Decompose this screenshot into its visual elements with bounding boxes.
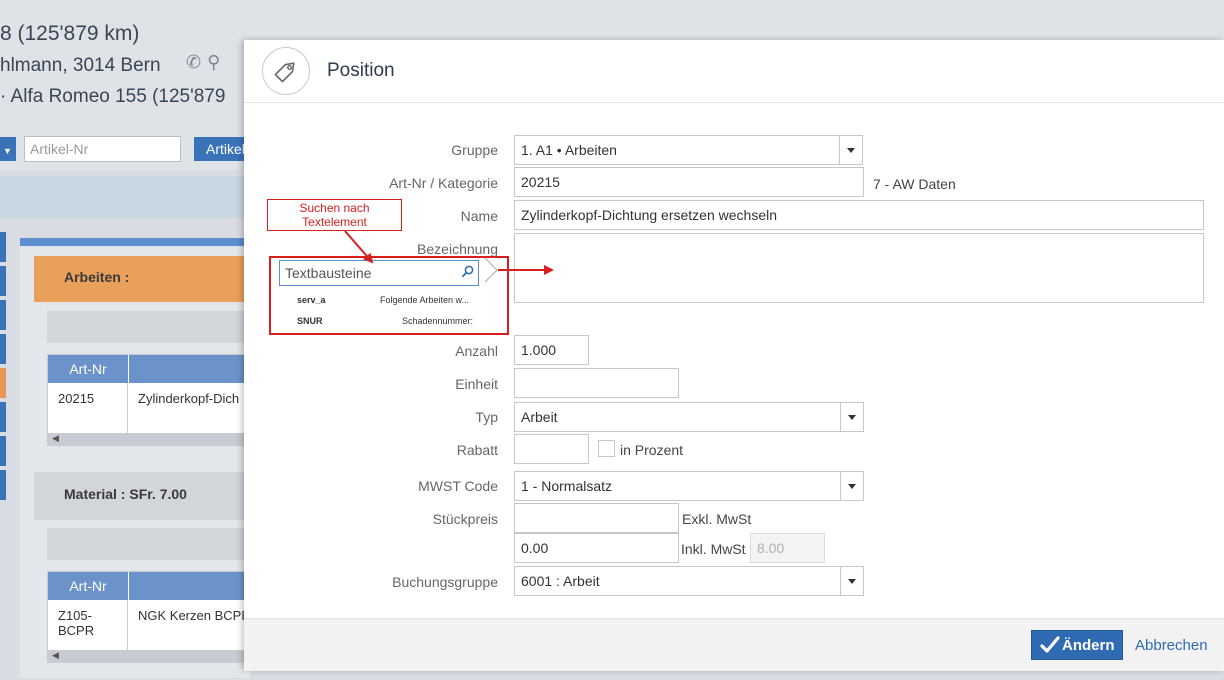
stueckpreis-label: Stückpreis — [432, 511, 498, 527]
chevron-down-icon[interactable] — [840, 472, 863, 500]
artnr-category: 7 - AW Daten — [873, 176, 956, 192]
rabatt-label: Rabatt — [456, 442, 498, 458]
bezeichnung-label: Bezeichnung — [417, 241, 498, 257]
table-row[interactable]: 20215 Zylinderkopf-Dich — [48, 383, 251, 433]
bg-work-table: Art-Nr 20215 Zylinderkopf-Dich ◀ — [47, 354, 252, 446]
bg-material-table: Art-Nr Z105-BCPR NGK Kerzen BCPR ◀ — [47, 571, 252, 663]
textbaustein-key[interactable]: serv_a — [297, 295, 326, 305]
dialog-header: Position — [244, 40, 1224, 103]
bg-left-tabs — [0, 232, 6, 512]
annotation-callout: Suchen nach Textelement — [267, 199, 402, 231]
bg-cell-artnr: 20215 — [48, 383, 128, 433]
bg-col-artnr[interactable]: Art-Nr — [48, 355, 129, 383]
phone-icon[interactable]: ✆ — [186, 52, 207, 72]
bg-subheader — [47, 311, 250, 343]
dialog-title: Position — [327, 60, 395, 81]
artnr-label: Art-Nr / Kategorie — [389, 175, 498, 191]
table-row[interactable]: Z105-BCPR NGK Kerzen BCPR — [48, 600, 251, 650]
checkmark-icon — [1040, 635, 1060, 659]
anzahl-label: Anzahl — [455, 343, 498, 359]
rabatt-input[interactable] — [514, 434, 589, 464]
textbaustein-text[interactable]: Schadennummer: — [402, 316, 473, 326]
bg-table-header: Art-Nr — [48, 355, 251, 383]
bg-info-band — [0, 176, 250, 218]
location-pin-icon[interactable]: ⚲ — [207, 52, 226, 72]
mwst-select[interactable]: 1 - Normalsatz — [514, 471, 864, 501]
mwst-label: MWST Code — [418, 478, 498, 494]
typ-label: Typ — [475, 409, 498, 425]
chevron-down-icon[interactable] — [840, 403, 863, 431]
chevron-down-icon: ▼ — [3, 146, 12, 156]
tag-icon — [262, 47, 310, 95]
textbaustein-key[interactable]: SNUR — [297, 316, 323, 326]
inkl-label: Inkl. MwSt — [681, 541, 746, 557]
bezeichnung-textarea[interactable] — [514, 233, 1204, 303]
einheit-label: Einheit — [455, 376, 498, 392]
einheit-input[interactable] — [514, 368, 679, 398]
cancel-button[interactable]: Abbrechen — [1135, 637, 1208, 654]
chevron-down-icon[interactable] — [839, 136, 862, 164]
textbaustein-text[interactable]: Folgende Arbeiten w... — [380, 295, 469, 305]
bg-left-tab[interactable] — [0, 300, 6, 330]
gruppe-label: Gruppe — [451, 142, 498, 158]
scroll-left-icon[interactable]: ◀ — [52, 433, 59, 444]
bg-section-work[interactable]: Arbeiten : — [34, 256, 250, 302]
anzahl-input[interactable] — [514, 335, 589, 365]
scroll-left-icon[interactable]: ◀ — [52, 650, 59, 661]
bg-cell-artnr: Z105-BCPR — [48, 600, 128, 650]
gruppe-select[interactable]: 1. A1 • Arbeiten — [514, 135, 863, 165]
bg-article-button[interactable]: Artikel — [194, 137, 250, 161]
bg-left-tab[interactable] — [0, 436, 6, 466]
bg-table-header: Art-Nr — [48, 572, 251, 600]
typ-select[interactable]: Arbeit — [514, 402, 864, 432]
bg-subheader — [47, 528, 250, 560]
bg-articlenr-input[interactable]: Artikel-Nr — [24, 136, 181, 162]
mwst-value: 1 - Normalsatz — [521, 478, 613, 494]
bg-customer-address: hlmann, 3014 Bern — [0, 55, 161, 76]
annotation-line2: Textelement — [302, 215, 367, 229]
price-inkl-input[interactable] — [514, 533, 679, 563]
bg-col-artnr[interactable]: Art-Nr — [48, 572, 129, 600]
artnr-input[interactable] — [514, 167, 864, 197]
bg-section-material[interactable]: Material : SFr. 7.00 — [34, 472, 250, 520]
textbausteine-placeholder: Textbausteine — [285, 265, 372, 281]
bg-vehicle-model: · Alfa Romeo 155 (125'879 — [0, 86, 226, 107]
typ-value: Arbeit — [521, 409, 558, 425]
chevron-down-icon[interactable] — [840, 567, 863, 595]
position-dialog: Position Gruppe 1. A1 • Arbeiten Art-Nr … — [244, 40, 1224, 671]
bg-panel-topbar — [20, 238, 250, 246]
price-exkl-input[interactable] — [514, 503, 679, 533]
exkl-label: Exkl. MwSt — [682, 511, 752, 527]
bg-dropdown-button[interactable]: ▼ — [0, 137, 16, 161]
save-button[interactable]: Ändern — [1031, 630, 1123, 660]
name-input[interactable] — [514, 200, 1204, 230]
bg-vehicle-km: 8 (125'879 km) — [0, 22, 140, 45]
bg-horizontal-scrollbar[interactable]: ◀ — [48, 433, 251, 445]
percent-label: in Prozent — [620, 442, 684, 458]
bg-cell-desc: NGK Kerzen BCPR — [138, 608, 251, 623]
buchungsgruppe-label: Buchungsgruppe — [392, 574, 498, 590]
name-label: Name — [460, 208, 498, 224]
save-button-label: Ändern — [1062, 637, 1115, 654]
buchungsgruppe-select[interactable]: 6001 : Arbeit — [514, 566, 864, 596]
textbausteine-search-input[interactable]: Textbausteine — [279, 260, 479, 286]
bg-left-tab[interactable] — [0, 334, 6, 364]
bg-left-tab[interactable] — [0, 470, 6, 500]
search-icon[interactable] — [461, 261, 474, 285]
annotation-line1: Suchen nach — [299, 201, 370, 215]
bg-left-tab[interactable] — [0, 402, 6, 432]
percent-checkbox[interactable] — [598, 440, 615, 457]
buchungsgruppe-value: 6001 : Arbeit — [521, 573, 600, 589]
bg-left-tab[interactable] — [0, 232, 6, 262]
price-inkl-readonly — [750, 533, 825, 563]
bg-contact-icons: ✆⚲ — [186, 52, 226, 73]
gruppe-value: 1. A1 • Arbeiten — [521, 142, 617, 158]
bg-horizontal-scrollbar[interactable]: ◀ — [48, 650, 251, 662]
bg-left-tab-active[interactable] — [0, 368, 6, 398]
bg-cell-desc: Zylinderkopf-Dich — [138, 391, 240, 406]
bg-left-tab[interactable] — [0, 266, 6, 296]
